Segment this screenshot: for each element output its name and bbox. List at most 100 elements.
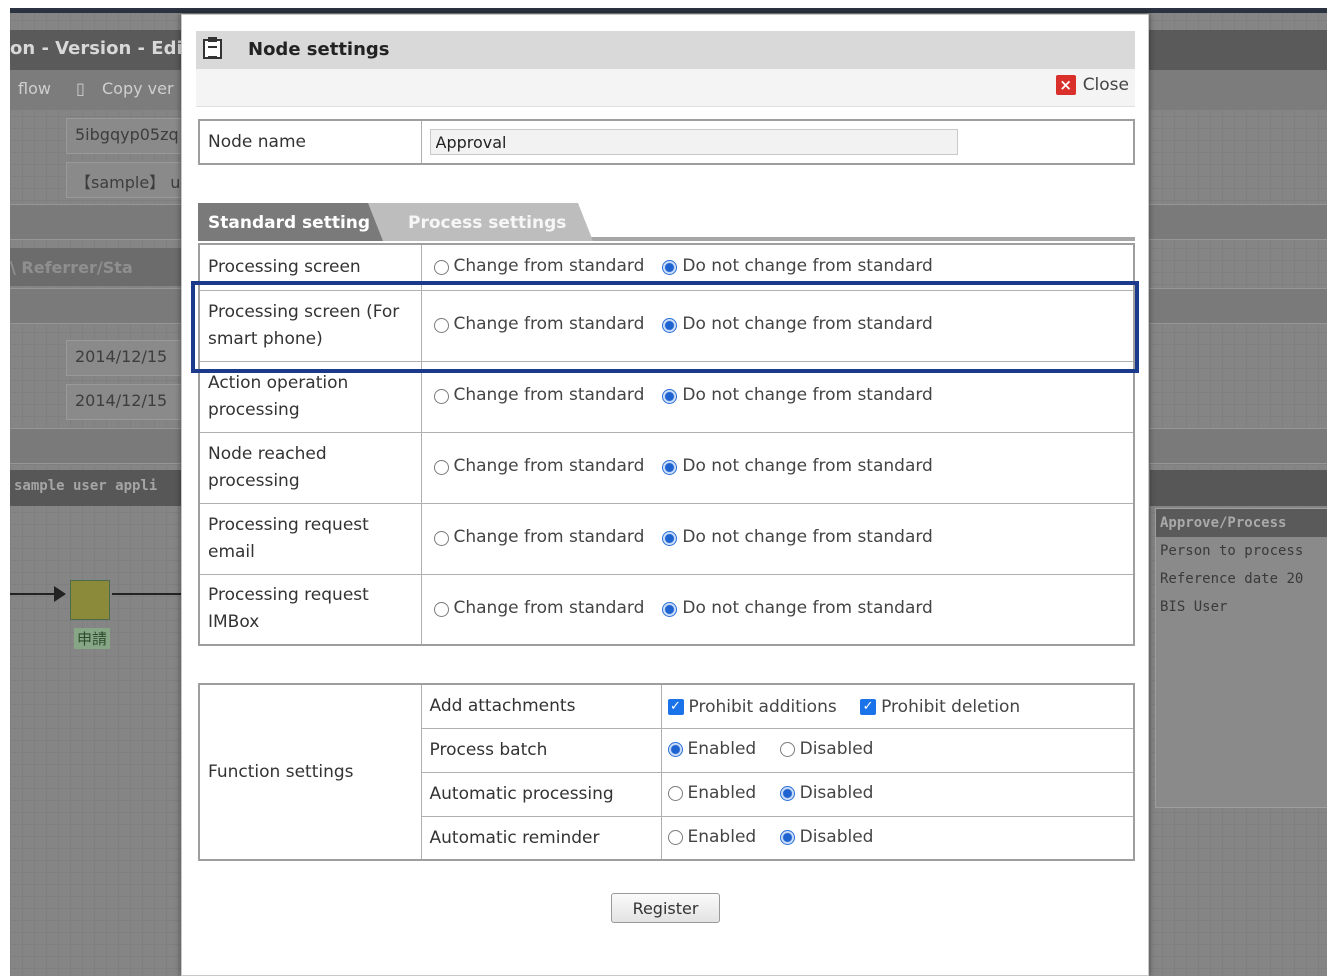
- bg-cell-date: 2014/12/15: [66, 340, 196, 376]
- setting-row-label: Processing screen (For smart phone): [198, 289, 422, 362]
- close-label: Close: [1082, 75, 1129, 95]
- setting-row: Node reached processing Change from stand…: [198, 431, 1135, 504]
- radio-empty-icon: [433, 530, 449, 546]
- add-attachments-options: ✓ Prohibit additions ✓ Prohibit deletion: [660, 683, 1135, 729]
- change-from-standard-radio[interactable]: Change from standard: [433, 456, 644, 476]
- enabled-label: Enabled: [687, 826, 757, 847]
- bg-panel-title: Approve/Process: [1156, 509, 1327, 537]
- automatic-reminder-disabled-radio[interactable]: Disabled: [779, 826, 874, 847]
- setting-row: Processing screen (For smart phone) Chang…: [198, 289, 1135, 362]
- clipboard-icon: [203, 37, 222, 59]
- setting-row-options: Change from standard Do not change from s…: [420, 431, 1135, 504]
- do-not-change-radio[interactable]: Do not change from standard: [662, 598, 933, 618]
- bg-flow-line: [112, 593, 192, 595]
- do-not-change-radio[interactable]: Do not change from standard: [662, 385, 933, 405]
- settings-tabs: Process settings Standard setting: [198, 203, 1135, 241]
- radio-empty-icon: [433, 601, 449, 617]
- disabled-label: Disabled: [799, 826, 874, 847]
- close-icon: ×: [1055, 75, 1076, 95]
- prohibit-deletion-label: Prohibit deletion: [881, 697, 1021, 718]
- disabled-label: Disabled: [799, 782, 874, 803]
- change-from-standard-label: Change from standard: [453, 256, 645, 276]
- do-not-change-radio[interactable]: Do not change from standard: [662, 256, 933, 276]
- change-from-standard-radio[interactable]: Change from standard: [433, 314, 645, 335]
- setting-row: Processing screen Change from standard Do …: [198, 243, 1135, 291]
- radio-selected-icon: [662, 601, 678, 617]
- prohibit-additions-checkbox[interactable]: ✓ Prohibit additions: [667, 697, 837, 717]
- automatic-processing-options: Enabled Disabled: [660, 771, 1135, 817]
- bg-copy-icon: ▯: [76, 79, 85, 98]
- radio-selected-icon: [662, 259, 678, 275]
- function-settings-table: Function settings Add attachments ✓ Prohi…: [198, 683, 1135, 861]
- radio-selected-icon: [667, 742, 683, 758]
- automatic-reminder-enabled-radio[interactable]: Enabled: [667, 826, 757, 847]
- setting-row-options: Change from standard Do not change from s…: [420, 502, 1135, 575]
- register-button[interactable]: Register: [611, 893, 720, 923]
- setting-row-label: Processing screen: [198, 243, 422, 291]
- setting-row-label: Processing request IMBox: [198, 573, 422, 646]
- radio-empty-icon: [433, 459, 449, 475]
- change-from-standard-radio[interactable]: Change from standard: [433, 256, 645, 276]
- automatic-processing-enabled-radio[interactable]: Enabled: [667, 783, 756, 803]
- node-name-label: Node name: [198, 119, 422, 165]
- automatic-reminder-label: Automatic reminder: [420, 815, 662, 861]
- bg-flow-header: sample user appli: [10, 470, 190, 506]
- bg-flow-arrow: [54, 586, 66, 602]
- do-not-change-radio[interactable]: Do not change from standard: [662, 456, 933, 476]
- standard-options-table: Processing screen Change from standard Do …: [198, 243, 1135, 646]
- setting-row-options: Change from standard Do not change from s…: [420, 243, 1135, 291]
- radio-empty-icon: [433, 259, 449, 275]
- close-button[interactable]: × Close: [1055, 75, 1129, 95]
- tab-process-settings[interactable]: Process settings: [368, 203, 593, 241]
- setting-row-label: Node reached processing: [198, 431, 422, 504]
- process-batch-disabled-radio[interactable]: Disabled: [779, 738, 874, 759]
- node-name-input[interactable]: [429, 129, 958, 155]
- disabled-label: Disabled: [799, 738, 874, 759]
- process-batch-enabled-radio[interactable]: Enabled: [667, 738, 757, 759]
- radio-empty-icon: [433, 317, 449, 333]
- do-not-change-label: Do not change from standard: [682, 527, 933, 548]
- setting-row-options: Change from standard Do not change from s…: [420, 360, 1135, 433]
- checkmark-icon: ✓: [667, 699, 684, 716]
- radio-selected-icon: [662, 530, 678, 546]
- radio-selected-icon: [662, 459, 678, 475]
- dialog-close-bar: × Close: [196, 69, 1135, 107]
- do-not-change-label: Do not change from standard: [682, 598, 933, 618]
- bg-flow-line: [10, 593, 56, 595]
- setting-row: Action operation processing Change from s…: [198, 360, 1135, 433]
- bg-cell-id: 5ibgqyp05zq: [66, 118, 196, 154]
- enabled-label: Enabled: [687, 738, 757, 759]
- change-from-standard-radio[interactable]: Change from standard: [433, 598, 645, 618]
- radio-empty-icon: [667, 830, 683, 845]
- do-not-change-label: Do not change from standard: [682, 314, 933, 335]
- change-from-standard-radio[interactable]: Change from standard: [433, 385, 645, 406]
- radio-selected-icon: [779, 786, 795, 802]
- change-from-standard-label: Change from standard: [453, 314, 645, 335]
- change-from-standard-label: Change from standard: [453, 598, 645, 618]
- bg-flow-link: flow: [18, 79, 51, 98]
- dialog-title: Node settings: [248, 39, 390, 60]
- bg-tab-referrer: \ Referrer/Sta: [10, 248, 190, 286]
- radio-selected-icon: [662, 317, 678, 333]
- bg-approve-panel: Approve/Process Person to process Refere…: [1155, 508, 1327, 808]
- setting-row-options: Change from standard Do not change from s…: [420, 573, 1135, 646]
- change-from-standard-label: Change from standard: [453, 385, 645, 406]
- radio-empty-icon: [779, 742, 795, 758]
- do-not-change-radio[interactable]: Do not change from standard: [662, 527, 933, 548]
- automatic-processing-disabled-radio[interactable]: Disabled: [779, 782, 874, 803]
- bg-panel-reference-value: 20: [1286, 571, 1304, 587]
- process-batch-label: Process batch: [420, 727, 662, 773]
- prohibit-deletion-checkbox[interactable]: ✓ Prohibit deletion: [860, 697, 1020, 717]
- bg-flow-header-right: [1150, 470, 1327, 506]
- dialog-header: Node settings: [196, 31, 1135, 69]
- tab-standard-setting[interactable]: Standard setting: [198, 203, 383, 241]
- automatic-processing-label: Automatic processing: [420, 771, 662, 817]
- bg-copy-link: Copy ver: [102, 79, 174, 98]
- bg-cell-sample: 【sample】 u: [66, 162, 196, 198]
- change-from-standard-radio[interactable]: Change from standard: [433, 527, 644, 547]
- bg-flow-node-label: 申請: [74, 628, 111, 649]
- do-not-change-radio[interactable]: Do not change from standard: [662, 314, 933, 335]
- automatic-reminder-options: Enabled Disabled: [660, 815, 1135, 861]
- radio-empty-icon: [433, 388, 449, 404]
- do-not-change-label: Do not change from standard: [682, 256, 933, 276]
